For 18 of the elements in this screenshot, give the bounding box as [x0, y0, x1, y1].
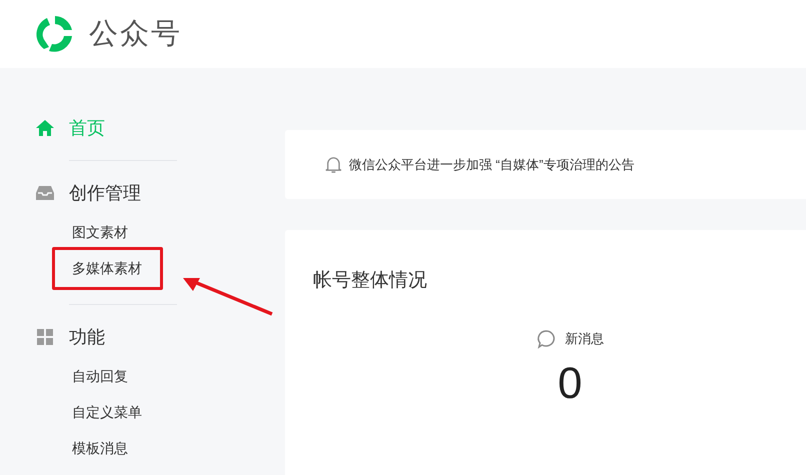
- chat-bubble-icon: [536, 329, 556, 349]
- nav-subitem[interactable]: 多媒体素材: [52, 247, 163, 290]
- stat-label: 新消息: [565, 330, 604, 348]
- nav-subitem[interactable]: 图文素材: [52, 211, 163, 247]
- stat-value: 0: [558, 359, 582, 409]
- nav-item[interactable]: 功能: [35, 319, 285, 355]
- nav-subitem[interactable]: 模板消息: [52, 427, 163, 463]
- bell-icon: [325, 155, 342, 174]
- logo-icon: [35, 14, 75, 54]
- nav-item[interactable]: 创作管理: [35, 175, 285, 211]
- nav-subitem[interactable]: 自动回复: [52, 355, 163, 391]
- home-icon: [35, 118, 55, 138]
- app-title: 公众号: [89, 17, 182, 52]
- inbox-icon: [35, 183, 55, 203]
- notice-link[interactable]: 微信公众平台进一步加强 “自媒体”专项治理的公告: [349, 156, 634, 174]
- nav-subitem[interactable]: 自定义菜单: [52, 391, 163, 427]
- section-title: 帐号整体情况: [313, 269, 428, 293]
- grid-icon: [35, 327, 55, 347]
